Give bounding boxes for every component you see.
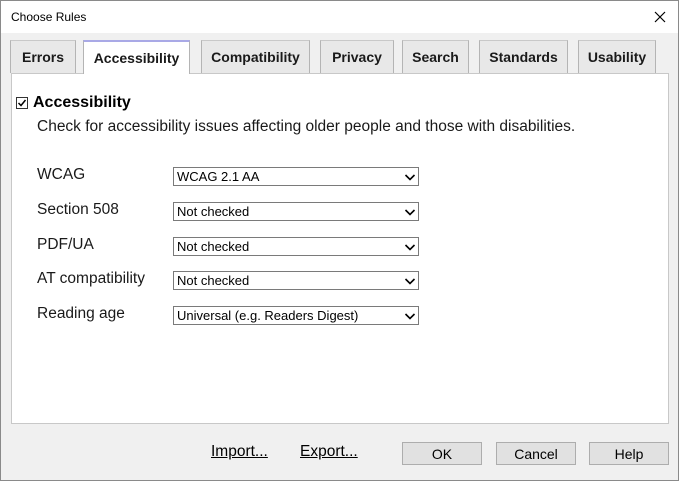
pdf-ua-label: PDF/UA <box>37 236 94 253</box>
section-508-label: Section 508 <box>37 201 119 218</box>
accessibility-checkbox[interactable] <box>16 97 28 109</box>
checkmark-icon <box>17 99 27 107</box>
tab-standards[interactable]: Standards <box>479 40 568 73</box>
chevron-down-icon <box>404 244 416 251</box>
wcag-select-value: WCAG 2.1 AA <box>177 169 260 184</box>
window-title: Choose Rules <box>11 10 87 24</box>
pdf-ua-select[interactable]: Not checked <box>173 237 419 256</box>
reading-age-select[interactable]: Universal (e.g. Readers Digest) <box>173 306 419 325</box>
tab-accessibility[interactable]: Accessibility <box>83 40 190 74</box>
export-link[interactable]: Export... <box>300 443 358 461</box>
reading-age-select-value: Universal (e.g. Readers Digest) <box>177 308 359 323</box>
cancel-button[interactable]: Cancel <box>496 442 576 465</box>
close-icon <box>654 11 666 23</box>
section-508-select-value: Not checked <box>177 204 250 219</box>
title-bar: Choose Rules <box>1 1 678 33</box>
ok-button[interactable]: OK <box>402 442 482 465</box>
chevron-down-icon <box>404 209 416 216</box>
tab-compatibility[interactable]: Compatibility <box>201 40 310 73</box>
tab-errors[interactable]: Errors <box>10 40 76 73</box>
tab-search[interactable]: Search <box>402 40 469 73</box>
chevron-down-icon <box>404 278 416 285</box>
accessibility-checkbox-label: Accessibility <box>33 94 131 111</box>
choose-rules-dialog: Choose Rules Errors Accessibility Compat… <box>0 0 679 481</box>
chevron-down-icon <box>404 174 416 181</box>
tab-usability[interactable]: Usability <box>578 40 656 73</box>
help-button[interactable]: Help <box>589 442 669 465</box>
chevron-down-icon <box>404 313 416 320</box>
at-compatibility-label: AT compatibility <box>37 270 145 287</box>
accessibility-description: Check for accessibility issues affecting… <box>37 118 576 135</box>
wcag-label: WCAG <box>37 166 86 183</box>
accessibility-panel: Accessibility Check for accessibility is… <box>11 73 669 424</box>
accessibility-checkbox-row[interactable]: Accessibility <box>16 94 131 112</box>
wcag-select[interactable]: WCAG 2.1 AA <box>173 167 419 186</box>
at-compatibility-select-value: Not checked <box>177 273 250 288</box>
tab-privacy[interactable]: Privacy <box>320 40 394 73</box>
section-508-select[interactable]: Not checked <box>173 202 419 221</box>
reading-age-label: Reading age <box>37 305 125 322</box>
pdf-ua-select-value: Not checked <box>177 239 250 254</box>
import-link[interactable]: Import... <box>211 443 268 461</box>
at-compatibility-select[interactable]: Not checked <box>173 271 419 290</box>
close-button[interactable] <box>642 1 678 33</box>
